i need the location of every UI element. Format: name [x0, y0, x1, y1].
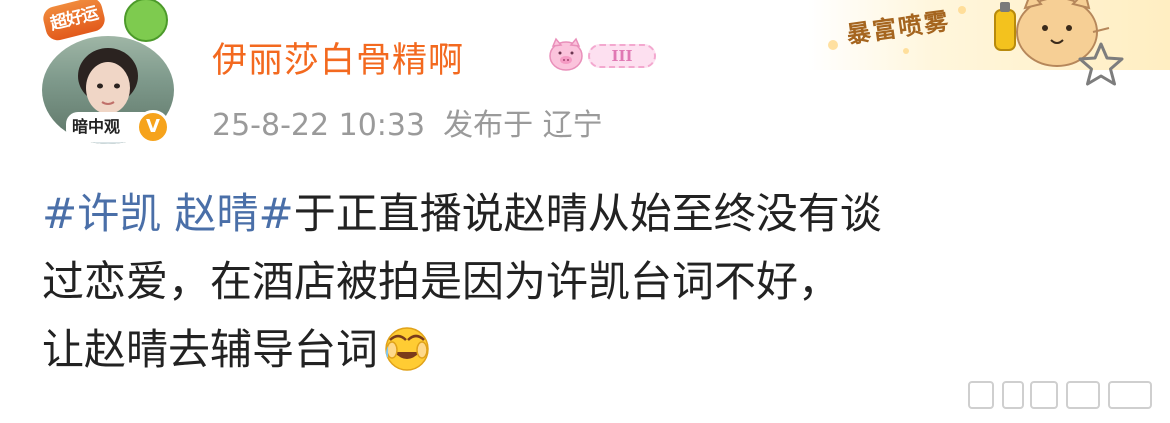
watermark-bar	[1066, 381, 1100, 409]
decoration-dot	[903, 48, 909, 54]
post-text-line-2: 过恋爱，在酒店被拍是因为许凯台词不好，	[42, 257, 841, 306]
post-source: 发布于 辽宁	[443, 108, 603, 143]
weibo-post-card: 暴富喷雾 超好运 暗中观 V 伊丽莎白骨精啊 III 25-8-22 10:33…	[0, 0, 1170, 423]
post-text-line-1: 于正直播说赵晴从始至终没有谈	[293, 189, 882, 238]
watermark-bar	[968, 381, 994, 409]
frog-pendant-icon	[124, 0, 168, 42]
decoration-dot	[828, 40, 838, 50]
weibo-watermark-icon	[968, 381, 1158, 411]
star-outline-icon	[1078, 42, 1124, 86]
decoration-text: 暴富喷雾	[844, 5, 952, 50]
watermark-bar	[1108, 381, 1152, 409]
laugh-cry-emoji-icon	[385, 327, 429, 371]
hashtag-link[interactable]: #许凯 赵晴#	[42, 189, 294, 238]
verified-v-icon: V	[136, 110, 170, 144]
decoration-dot	[958, 6, 966, 14]
watermark-bar	[1002, 381, 1024, 409]
watermark-bar	[1030, 381, 1058, 409]
post-text-line-3: 让赵晴去辅导台词	[42, 325, 379, 374]
favorite-button[interactable]	[1076, 40, 1126, 88]
post-datetime: 25-8-22 10:33	[212, 108, 426, 143]
author-name[interactable]: 伊丽莎白骨精啊	[212, 32, 464, 83]
post-content: #许凯 赵晴#于正直播说赵晴从始至终没有谈 过恋爱，在酒店被拍是因为许凯台词不好…	[42, 180, 1122, 384]
author-avatar[interactable]: 超好运 暗中观 V	[36, 0, 186, 148]
user-level-badge[interactable]: III	[544, 36, 662, 74]
pig-level-icon	[549, 37, 583, 71]
post-meta: 25-8-22 10:33 发布于 辽宁	[212, 100, 603, 144]
level-label: III	[588, 44, 656, 68]
